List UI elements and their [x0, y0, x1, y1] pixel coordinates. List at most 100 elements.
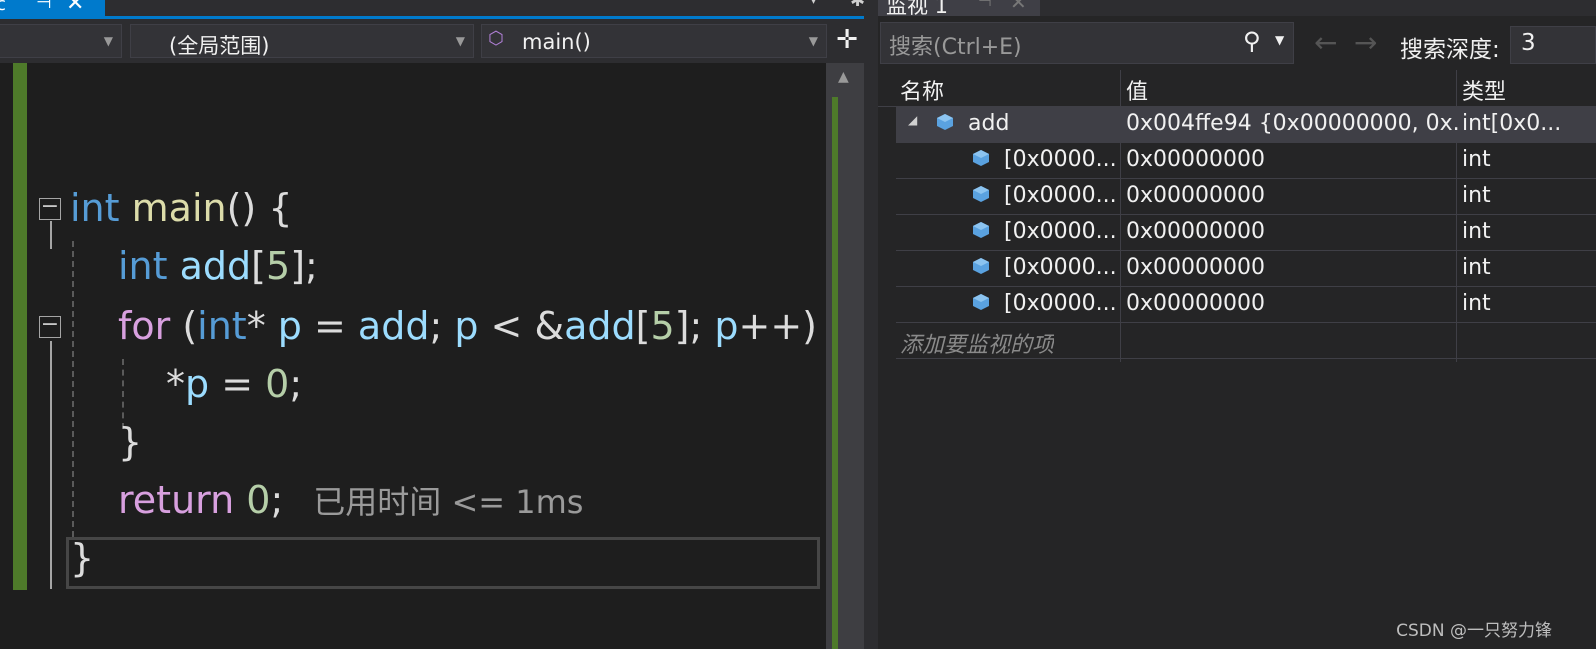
punctuation: } [70, 536, 95, 580]
code-line: } [118, 413, 142, 471]
watch-window: 监视 1 ⊣ ✕ 搜索(Ctrl+E) ⚲ ▼ ← → 搜索深度: 3 名称 值… [878, 0, 1596, 649]
number: 0 [246, 478, 271, 522]
watch-value[interactable]: 0x00000000 [1126, 255, 1458, 280]
punctuation: ]; [290, 244, 318, 288]
punctuation: () { [226, 186, 293, 230]
punctuation: [ [251, 244, 266, 288]
watch-search-input[interactable]: 搜索(Ctrl+E) ⚲ ▼ [880, 22, 1294, 64]
watch-name: [0x0000... [1004, 255, 1117, 280]
code-area[interactable]: − − int main() { int add[5]; for (int* p… [0, 63, 853, 649]
scope-combo[interactable]: (全局范围) ▼ [130, 24, 474, 58]
watch-value[interactable]: 0x00000000 [1126, 183, 1458, 208]
scope-combo-label: (全局范围) [169, 34, 270, 58]
chevron-down-icon[interactable]: ▾ [810, 0, 817, 8]
table-row[interactable]: [0x0000... 0x00000000 int [896, 179, 1596, 215]
arrow-left-icon[interactable]: ← [1314, 26, 1337, 59]
number: 5 [650, 304, 675, 348]
collapse-toggle[interactable]: − [39, 314, 61, 338]
search-depth-input[interactable]: 3 [1510, 26, 1596, 64]
editor-tab-label: c [0, 0, 6, 15]
function-name: main [131, 186, 227, 230]
watch-type: int [1462, 183, 1491, 208]
watch-type: int [1462, 147, 1491, 172]
watch-type: int[0x0... [1462, 111, 1562, 136]
add-watch-row[interactable]: 添加要监视的项 [896, 323, 1596, 359]
watch-name: [0x0000... [1004, 291, 1117, 316]
punctuation [234, 478, 246, 522]
variable-cube-icon [973, 294, 989, 310]
variable: p [714, 304, 739, 348]
arrow-right-icon[interactable]: → [1354, 26, 1377, 59]
table-row[interactable]: [0x0000... 0x00000000 int [896, 215, 1596, 251]
punctuation: = [209, 362, 266, 406]
variable: p [277, 304, 302, 348]
punctuation: * [166, 362, 185, 406]
punctuation: = [301, 304, 358, 348]
code-line-current: return 0; 已用时间 <= 1ms [118, 471, 583, 529]
vertical-scrollbar[interactable]: ▲ [826, 63, 864, 649]
keyword: int [197, 304, 247, 348]
keyword: int [118, 244, 168, 288]
variable-cube-icon [973, 186, 989, 202]
variable: add [357, 304, 430, 348]
chevron-down-icon[interactable]: ▼ [1275, 33, 1284, 47]
watch-value[interactable]: 0x00000000 [1126, 291, 1458, 316]
editor-document-tab[interactable]: c ⊣ ✕ [0, 0, 105, 16]
close-icon[interactable]: ✕ [1010, 0, 1027, 14]
punctuation: ; [270, 478, 284, 522]
number: 0 [265, 362, 290, 406]
code-line: } [70, 529, 94, 587]
keyword: for [118, 304, 171, 348]
split-window-icon[interactable]: ✛ [834, 25, 860, 59]
watch-name: [0x0000... [1004, 183, 1117, 208]
function-combo[interactable]: ⬡ main() ▼ [481, 24, 827, 58]
watch-value[interactable]: 0x00000000 [1126, 147, 1458, 172]
watch-type: int [1462, 255, 1491, 280]
function-combo-label: main() [522, 30, 591, 54]
collapse-toggle[interactable]: − [39, 196, 61, 220]
pane-splitter[interactable] [864, 0, 878, 649]
variable: p [185, 362, 210, 406]
search-depth-label: 搜索深度: [1400, 37, 1500, 63]
gear-icon[interactable]: ✱ [850, 0, 865, 11]
column-header-value[interactable]: 值 [1126, 74, 1148, 106]
punctuation: ; [429, 304, 455, 348]
change-overview-bar [832, 97, 838, 649]
close-icon[interactable]: ✕ [66, 0, 84, 16]
variable-cube-icon [973, 222, 989, 238]
table-row[interactable]: [0x0000... 0x00000000 int [896, 287, 1596, 323]
keyword: int [70, 186, 120, 230]
punctuation: ; [289, 362, 303, 406]
pin-icon[interactable]: ⊣ [36, 0, 52, 13]
column-header-name[interactable]: 名称 [900, 74, 944, 106]
punctuation: ]; [674, 304, 715, 348]
scroll-up-icon[interactable]: ▲ [838, 69, 849, 85]
add-watch-hint[interactable]: 添加要监视的项 [900, 327, 1054, 359]
watch-name: [0x0000... [1004, 219, 1117, 244]
number: 5 [266, 244, 291, 288]
code-line: for (int* p = add; p < &add[5]; p++) { [118, 297, 853, 355]
keyword: return [118, 478, 235, 522]
search-placeholder: 搜索(Ctrl+E) [889, 35, 1022, 60]
table-row[interactable]: [0x0000... 0x00000000 int [896, 143, 1596, 179]
variable-cube-icon [937, 114, 953, 130]
watch-value[interactable]: 0x004ffe94 {0x00000000, 0x... [1126, 111, 1458, 136]
search-icon[interactable]: ⚲ [1243, 27, 1261, 55]
project-combo[interactable]: ▼ [0, 24, 122, 58]
collapse-triangle-icon[interactable]: ◢ [908, 113, 917, 127]
watch-type: int [1462, 219, 1491, 244]
perf-tip[interactable]: 已用时间 <= 1ms [313, 483, 583, 521]
search-depth-value: 3 [1521, 30, 1536, 56]
table-row[interactable]: [0x0000... 0x00000000 int [896, 251, 1596, 287]
punctuation: < & [478, 304, 565, 348]
grid-header: 名称 值 类型 [878, 70, 1596, 107]
punctuation: ( [170, 304, 198, 348]
column-header-type[interactable]: 类型 [1462, 74, 1506, 106]
chevron-down-icon: ▼ [103, 34, 113, 48]
watch-tab[interactable]: 监视 1 ⊣ ✕ [878, 0, 1040, 18]
watch-value[interactable]: 0x00000000 [1126, 219, 1458, 244]
code-editor-pane[interactable]: c ⊣ ✕ ▾ ✱ ▼ (全局范围) ▼ ⬡ main() ▼ ✛ − − in… [0, 0, 878, 649]
variable: add [564, 304, 636, 348]
pin-icon[interactable]: ⊣ [978, 0, 992, 10]
table-row[interactable]: ◢ add 0x004ffe94 {0x00000000, 0x... int[… [896, 107, 1596, 143]
